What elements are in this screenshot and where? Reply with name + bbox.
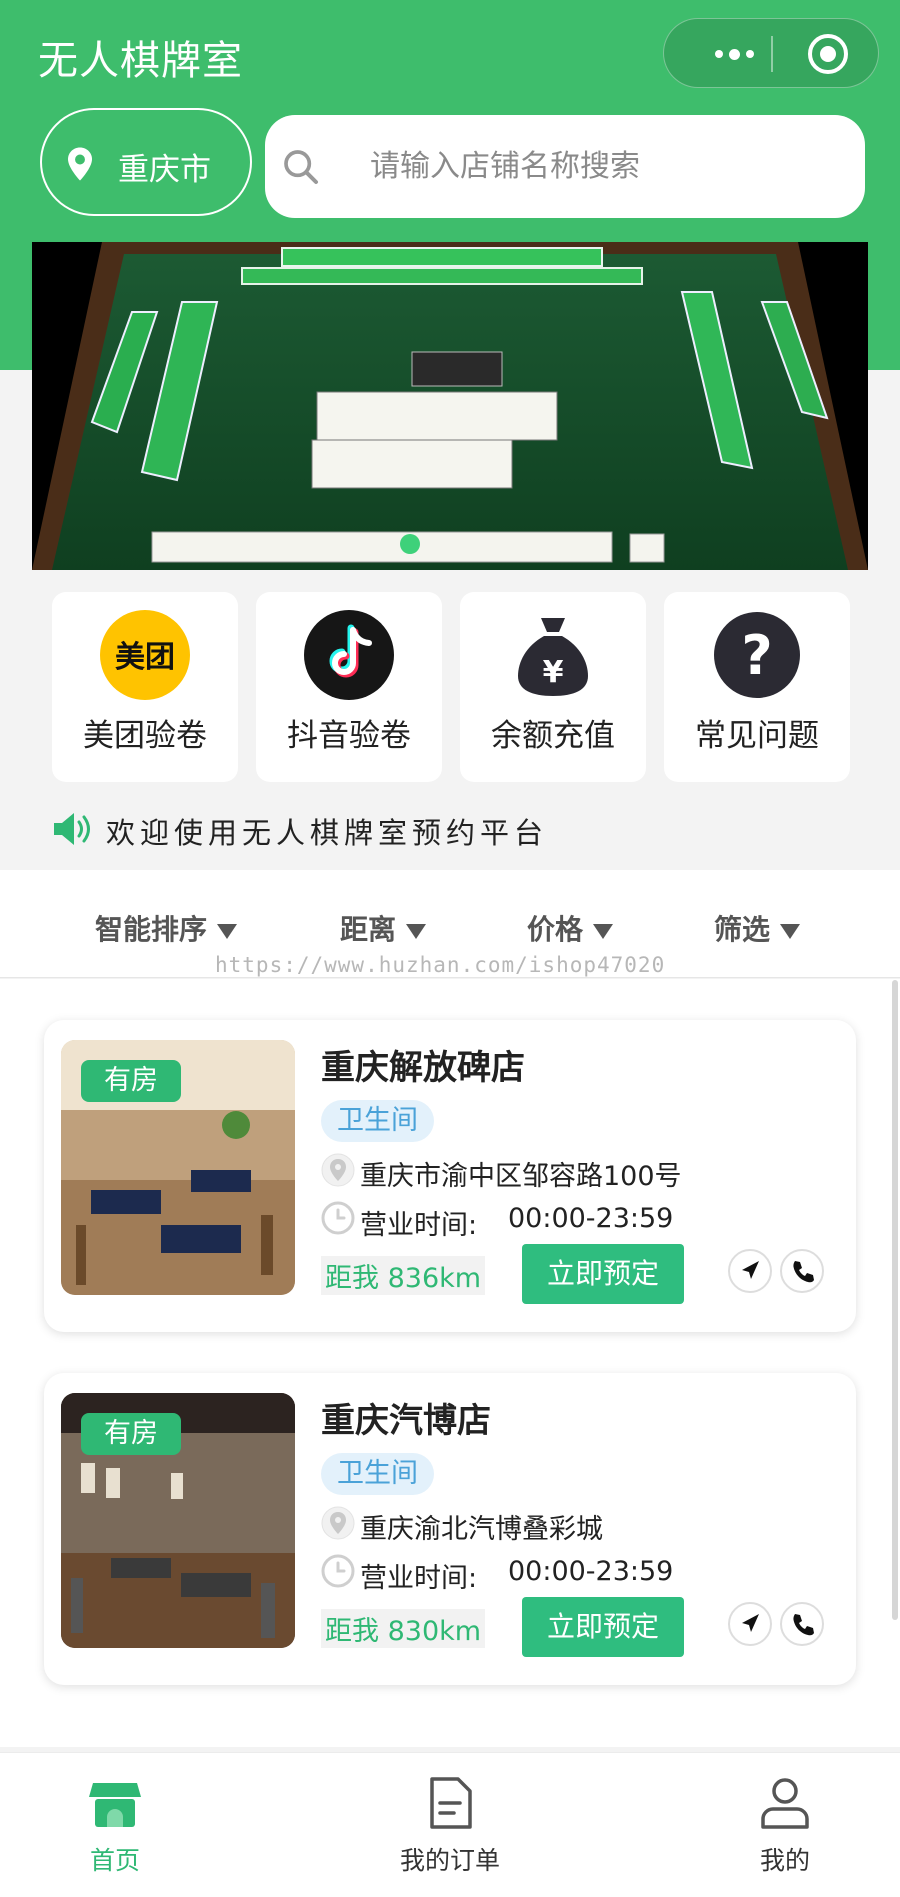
phone-icon [793, 1614, 814, 1636]
quick-link-meituan[interactable]: 美团 美团验卷 [52, 592, 238, 782]
quick-link-douyin[interactable]: 抖音验卷 [256, 592, 442, 782]
close-target-icon[interactable] [808, 34, 848, 74]
city-selector[interactable]: 重庆市 [40, 108, 252, 216]
tab-home[interactable]: 首页 [35, 1775, 195, 1877]
filter-more[interactable]: 筛选 [714, 908, 801, 948]
scrollbar[interactable] [892, 980, 898, 1620]
caret-down-icon [406, 923, 427, 939]
app-title: 无人棋牌室 [38, 38, 243, 84]
search-input[interactable] [370, 139, 830, 193]
meituan-icon: 美团 [100, 610, 190, 700]
filter-label: 智能排序 [95, 913, 208, 946]
store-distance: 距我 830km [321, 1609, 486, 1648]
room-available-badge: 有房 [81, 1413, 181, 1455]
tab-profile[interactable]: 我的 [705, 1775, 865, 1877]
quick-link-label: 抖音验卷 [287, 718, 411, 754]
tab-my-orders[interactable]: 我的订单 [370, 1775, 530, 1877]
hours-label: 营业时间: [360, 1563, 478, 1594]
home-store-icon [89, 1783, 141, 1827]
book-now-button[interactable]: 立即预定 [522, 1244, 684, 1304]
navigate-button[interactable] [728, 1249, 772, 1293]
clock-icon [321, 1201, 355, 1235]
navigation-arrow-icon [742, 1614, 759, 1632]
navigation-arrow-icon [742, 1261, 759, 1279]
call-button[interactable] [780, 1249, 824, 1293]
mini-program-capsule [663, 18, 879, 88]
store-name: 重庆解放碑店 [321, 1048, 525, 1088]
search-bar[interactable] [265, 115, 865, 218]
store-address: 重庆渝北汽博叠彩城 [360, 1514, 603, 1545]
book-now-button[interactable]: 立即预定 [522, 1597, 684, 1657]
notice-text: 欢迎使用无人棋牌室预约平台 [106, 816, 549, 850]
filter-smart-sort[interactable]: 智能排序 [95, 908, 238, 948]
location-pin-icon [321, 1153, 355, 1187]
quick-link-label: 常见问题 [695, 718, 819, 754]
store-name: 重庆汽博店 [321, 1401, 491, 1441]
clock-icon [321, 1554, 355, 1588]
quick-link-label: 美团验卷 [83, 718, 207, 754]
city-name: 重庆市 [118, 152, 211, 188]
money-bag-icon-text: ¥ [543, 655, 564, 690]
tab-label: 首页 [89, 1846, 140, 1875]
hours-label: 营业时间: [360, 1210, 478, 1241]
store-distance: 距我 836km [321, 1256, 486, 1295]
location-pin-icon [321, 1506, 355, 1540]
quick-link-recharge[interactable]: ¥ 余额充值 [460, 592, 646, 782]
filter-label: 筛选 [714, 913, 771, 946]
filter-label: 距离 [340, 913, 397, 946]
store-address: 重庆市渝中区邹容路100号 [360, 1161, 682, 1192]
filter-distance[interactable]: 距离 [340, 908, 427, 948]
business-hours: 00:00-23:59 [508, 1203, 674, 1234]
navigate-button[interactable] [728, 1602, 772, 1646]
capsule-divider [771, 36, 773, 72]
business-hours: 00:00-23:59 [508, 1556, 674, 1587]
speaker-icon [54, 813, 90, 845]
caret-down-icon [217, 923, 238, 939]
filter-label: 价格 [527, 913, 584, 946]
watermark-text: https://www.huzhan.com/ishop47020 [215, 953, 666, 977]
facility-tag: 卫生间 [321, 1453, 434, 1495]
douyin-icon [304, 610, 394, 700]
facility-tag: 卫生间 [321, 1100, 434, 1142]
tab-label: 我的订单 [399, 1846, 500, 1875]
caret-down-icon [593, 923, 614, 939]
quick-link-label: 余额充值 [491, 718, 615, 754]
meituan-icon-text: 美团 [115, 640, 175, 675]
room-available-badge: 有房 [81, 1060, 181, 1102]
location-pin-icon [68, 147, 92, 181]
order-document-icon [430, 1777, 472, 1829]
store-card[interactable]: 有房 重庆汽博店 卫生间 重庆渝北汽博叠彩城 营业时间: 00:00-23:59… [44, 1373, 856, 1685]
user-profile-icon [761, 1778, 809, 1829]
more-options-icon[interactable] [694, 19, 774, 89]
money-bag-icon: ¥ [518, 618, 588, 696]
bottom-tab-bar: 首页 我的订单 我的 [0, 1752, 900, 1897]
call-button[interactable] [780, 1602, 824, 1646]
caret-down-icon [780, 923, 801, 939]
question-icon: ? [714, 612, 800, 698]
question-icon-text: ? [741, 624, 772, 687]
quick-link-faq[interactable]: ? 常见问题 [664, 592, 850, 782]
phone-icon [793, 1261, 814, 1283]
search-icon [284, 150, 318, 184]
tab-label: 我的 [759, 1846, 810, 1875]
store-card[interactable]: 有房 重庆解放碑店 卫生间 重庆市渝中区邹容路100号 营业时间: 00:00-… [44, 1020, 856, 1332]
banner-mahjong-image[interactable] [32, 242, 868, 570]
filter-bar: 智能排序 距离 价格 筛选 https://www.huzhan.com/ish… [0, 870, 900, 978]
filter-price[interactable]: 价格 [527, 908, 614, 948]
